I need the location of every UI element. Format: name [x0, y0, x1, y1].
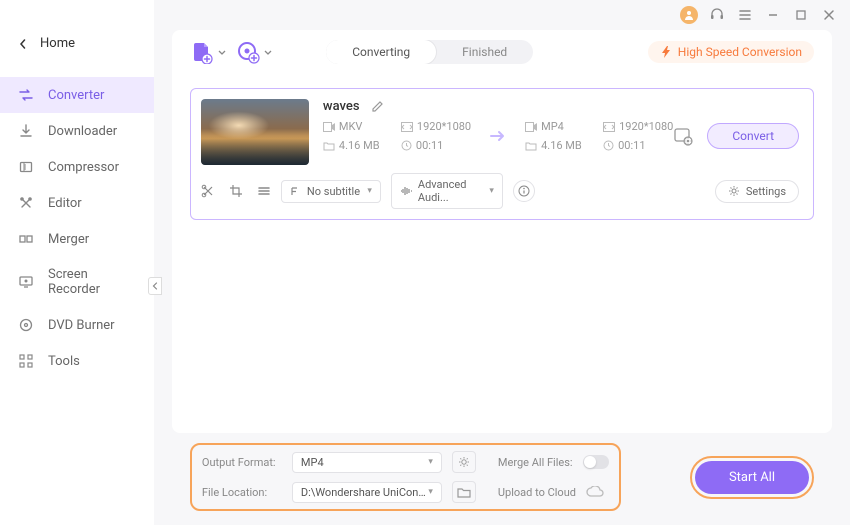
- edit-name-icon[interactable]: [370, 100, 384, 114]
- compressor-icon: [18, 159, 34, 175]
- dst-size: 4.16 MB: [525, 139, 593, 152]
- home-label: Home: [40, 36, 75, 51]
- chevron-down-icon: ▾: [489, 186, 494, 196]
- main: Converting Finished High Speed Conversio…: [154, 0, 850, 525]
- chevron-down-icon: ▾: [428, 487, 433, 497]
- sidebar-item-label: Tools: [48, 354, 80, 369]
- folder-icon: [323, 141, 335, 151]
- footer-highlight: Output Format: MP4 ▾ Merge All Files:: [190, 443, 621, 511]
- clock-icon: [401, 140, 412, 151]
- folder-icon: [525, 141, 537, 151]
- sidebar-item-label: Downloader: [48, 124, 117, 139]
- video-icon: [323, 122, 335, 132]
- clock-icon: [603, 140, 614, 151]
- sidebar-item-label: Converter: [48, 88, 104, 103]
- convert-button[interactable]: Convert: [707, 123, 799, 149]
- output-format-dropdown[interactable]: MP4 ▾: [292, 452, 442, 473]
- maximize-icon[interactable]: [792, 6, 810, 24]
- gear-icon: [728, 185, 740, 197]
- src-format: MKV: [323, 120, 391, 133]
- src-size: 4.16 MB: [323, 139, 391, 152]
- resolution-icon: [603, 122, 615, 132]
- dst-resolution: 1920*1080: [603, 120, 673, 133]
- subtitle-icon: [290, 186, 301, 197]
- sidebar-item-downloader[interactable]: Downloader: [0, 113, 154, 149]
- editor-icon: [18, 195, 34, 211]
- item-settings-button[interactable]: Settings: [715, 180, 799, 203]
- content-card: Converting Finished High Speed Conversio…: [172, 30, 832, 433]
- lightning-icon: [660, 45, 672, 59]
- file-item: waves MKV 1920*1080: [190, 88, 814, 220]
- tabs: Converting Finished: [326, 40, 533, 64]
- file-location-label: File Location:: [202, 486, 282, 499]
- tools-icon: [18, 353, 34, 369]
- trim-icon[interactable]: [201, 184, 215, 198]
- dst-format: MP4: [525, 120, 593, 133]
- converter-icon: [18, 87, 34, 103]
- video-thumbnail[interactable]: [201, 99, 309, 165]
- start-all-highlight: Start All: [690, 456, 814, 499]
- sidebar-item-converter[interactable]: Converter: [0, 77, 154, 113]
- sidebar-item-merger[interactable]: Merger: [0, 221, 154, 257]
- output-format-label: Output Format:: [202, 456, 282, 469]
- chevron-down-icon: ▾: [428, 457, 433, 467]
- sidebar-item-screen-recorder[interactable]: Screen Recorder: [0, 257, 154, 307]
- audio-icon: [400, 186, 412, 196]
- avatar[interactable]: [680, 6, 698, 24]
- sidebar-item-label: Editor: [48, 196, 82, 211]
- minimize-icon[interactable]: [764, 6, 782, 24]
- file-name: waves: [323, 99, 360, 114]
- merge-toggle[interactable]: [583, 455, 609, 469]
- merge-label: Merge All Files:: [498, 456, 573, 469]
- subtitle-dropdown[interactable]: No subtitle ▾: [281, 180, 381, 203]
- screen-recorder-icon: [18, 274, 34, 290]
- sidebar-item-tools[interactable]: Tools: [0, 343, 154, 379]
- output-settings-button[interactable]: [452, 451, 476, 473]
- src-resolution: 1920*1080: [401, 120, 471, 133]
- info-icon[interactable]: [513, 180, 535, 202]
- footer: Output Format: MP4 ▾ Merge All Files:: [172, 433, 832, 525]
- dst-duration: 00:11: [603, 139, 671, 152]
- video-icon: [525, 122, 537, 132]
- tab-converting[interactable]: Converting: [326, 40, 436, 64]
- add-file-button[interactable]: [190, 40, 214, 64]
- downloader-icon: [18, 123, 34, 139]
- sidebar-item-dvd-burner[interactable]: DVD Burner: [0, 307, 154, 343]
- sidebar-item-editor[interactable]: Editor: [0, 185, 154, 221]
- sidebar-item-compressor[interactable]: Compressor: [0, 149, 154, 185]
- effect-icon[interactable]: [257, 184, 271, 198]
- cloud-icon[interactable]: [586, 486, 604, 498]
- sidebar: Home Converter Downloader Compressor Edi…: [0, 0, 154, 525]
- arrow-right-icon: [489, 129, 507, 143]
- sidebar-item-label: DVD Burner: [48, 318, 115, 333]
- start-all-button[interactable]: Start All: [695, 461, 809, 494]
- close-icon[interactable]: [820, 6, 838, 24]
- headset-icon[interactable]: [708, 6, 726, 24]
- sidebar-item-label: Compressor: [48, 160, 119, 175]
- merger-icon: [18, 231, 34, 247]
- src-duration: 00:11: [401, 139, 469, 152]
- chevron-left-icon: [18, 39, 28, 49]
- titlebar: [154, 0, 850, 30]
- sidebar-item-label: Screen Recorder: [48, 267, 136, 297]
- upload-cloud-label: Upload to Cloud: [498, 486, 576, 499]
- dvd-burner-icon: [18, 317, 34, 333]
- audio-dropdown[interactable]: Advanced Audi... ▾: [391, 173, 503, 209]
- high-speed-conversion[interactable]: High Speed Conversion: [648, 41, 814, 63]
- menu-icon[interactable]: [736, 6, 754, 24]
- crop-icon[interactable]: [229, 184, 243, 198]
- resolution-icon: [401, 122, 413, 132]
- browse-folder-button[interactable]: [452, 481, 476, 503]
- chevron-down-icon: ▾: [367, 186, 372, 196]
- add-from-disc-button[interactable]: [236, 40, 260, 64]
- tab-finished[interactable]: Finished: [436, 40, 533, 64]
- file-location-dropdown[interactable]: D:\Wondershare UniConverter 1 ▾: [292, 482, 442, 503]
- back-home[interactable]: Home: [0, 28, 154, 59]
- output-settings-icon[interactable]: [673, 126, 693, 146]
- sidebar-item-label: Merger: [48, 232, 89, 247]
